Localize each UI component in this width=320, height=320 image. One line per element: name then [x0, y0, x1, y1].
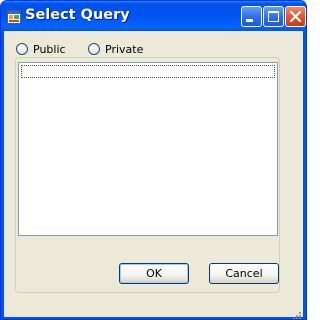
cancel-button[interactable]: Cancel — [209, 263, 279, 284]
dialog-client-area: Public Private OK Cancel — [4, 31, 303, 319]
maximize-icon — [268, 11, 279, 22]
close-icon — [289, 10, 302, 23]
minimize-icon — [246, 19, 253, 22]
private-radio[interactable]: Private — [88, 41, 143, 57]
public-radio-circle[interactable] — [16, 43, 28, 55]
public-radio[interactable]: Public — [16, 41, 66, 57]
close-button[interactable] — [285, 6, 306, 27]
window-title: Select Query — [25, 7, 130, 23]
list-focus-row[interactable] — [21, 65, 275, 78]
title-bar[interactable]: Select Query — [1, 1, 306, 31]
window-frame-right — [303, 31, 306, 319]
ok-button[interactable]: OK — [119, 263, 189, 284]
minimize-button[interactable] — [241, 6, 262, 27]
public-radio-label[interactable]: Public — [33, 43, 66, 56]
resize-grip-icon[interactable] — [292, 306, 302, 319]
private-radio-label[interactable]: Private — [105, 43, 143, 56]
private-radio-circle[interactable] — [88, 43, 100, 55]
maximize-button[interactable] — [263, 6, 284, 27]
query-listbox[interactable] — [18, 62, 278, 236]
select-query-dialog: Select Query Public Private OK Cancel — [0, 0, 307, 320]
app-window-icon — [7, 9, 21, 24]
